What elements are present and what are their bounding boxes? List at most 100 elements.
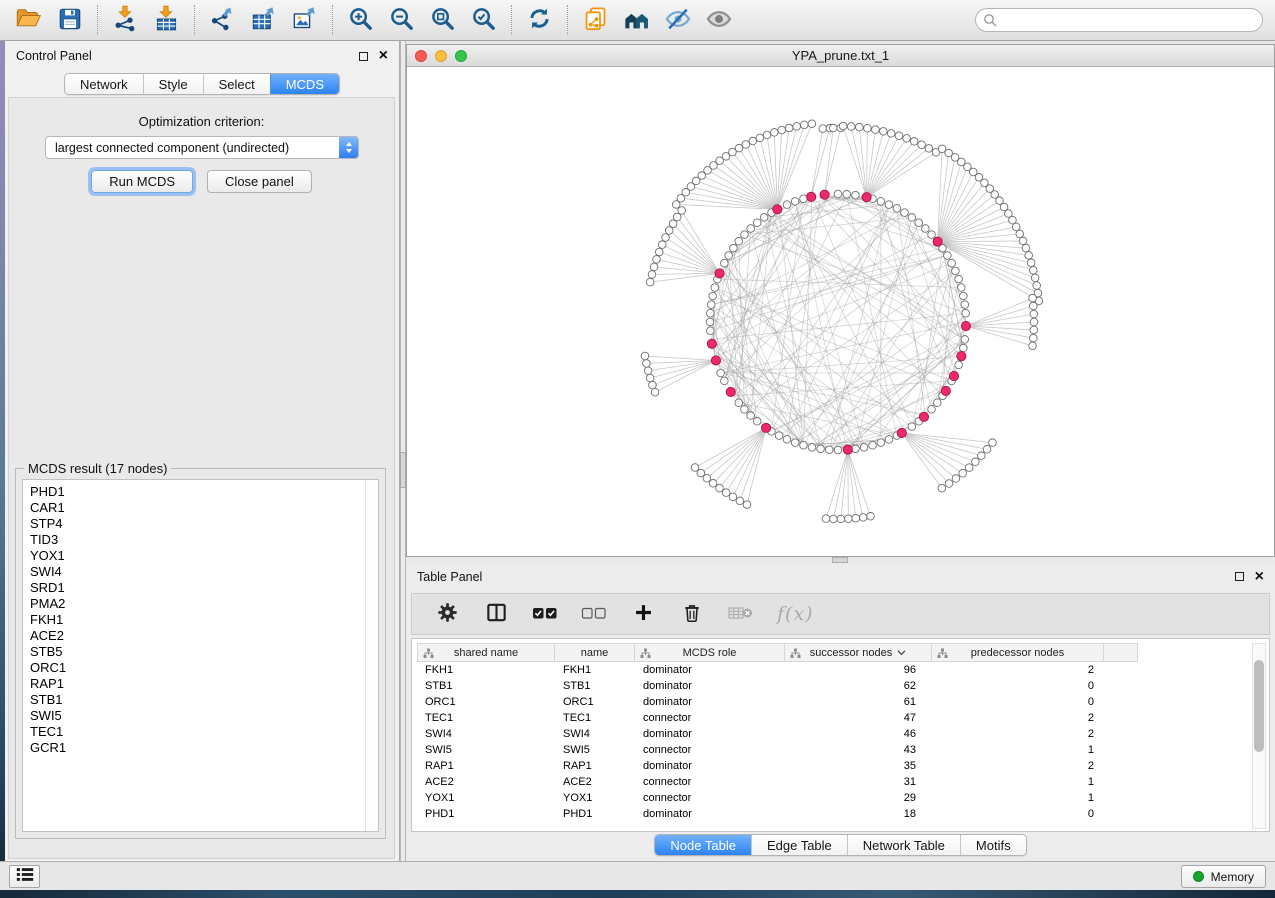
graph-node[interactable] xyxy=(952,475,960,483)
delete-table-button[interactable] xyxy=(728,601,754,627)
table-row[interactable]: RAP1RAP1dominator352 xyxy=(417,758,1245,774)
search-input[interactable] xyxy=(975,8,1263,32)
graph-node[interactable] xyxy=(880,128,888,136)
graph-node[interactable] xyxy=(819,125,827,133)
graph-node[interactable] xyxy=(741,231,749,239)
graph-node[interactable] xyxy=(837,515,845,523)
criterion-select[interactable]: largest connected component (undirected) xyxy=(45,136,359,159)
graph-node[interactable] xyxy=(753,417,761,425)
graph-node[interactable] xyxy=(852,514,860,522)
graph-node[interactable] xyxy=(703,474,711,482)
zoom-fit-button[interactable] xyxy=(422,3,463,37)
graph-node[interactable] xyxy=(945,480,953,488)
graph-node[interactable] xyxy=(1029,266,1037,274)
graph-node[interactable] xyxy=(717,369,725,377)
network-canvas[interactable] xyxy=(407,67,1274,556)
tab-mcds[interactable]: MCDS xyxy=(270,74,339,94)
tab-node-table[interactable]: Node Table xyxy=(655,835,751,855)
graph-node[interactable] xyxy=(1030,302,1038,310)
add-column-button[interactable] xyxy=(630,601,656,627)
clone-network-button[interactable] xyxy=(575,3,616,37)
graph-node[interactable] xyxy=(869,441,877,449)
graph-node[interactable] xyxy=(928,406,936,414)
graph-node[interactable] xyxy=(655,248,663,256)
close-window-icon[interactable] xyxy=(415,50,427,62)
graph-node[interactable] xyxy=(872,126,880,134)
graph-node[interactable] xyxy=(852,191,860,199)
graph-node[interactable] xyxy=(646,278,654,286)
mcds-result-item[interactable]: TEC1 xyxy=(30,724,378,740)
refresh-view-button[interactable] xyxy=(519,3,560,37)
export-network-button[interactable] xyxy=(202,3,243,37)
graph-node[interactable] xyxy=(791,198,799,206)
graph-node[interactable] xyxy=(908,423,916,431)
graph-node[interactable] xyxy=(729,493,737,501)
table-row[interactable]: SWI5SWI5connector431 xyxy=(417,742,1245,758)
graph-node[interactable] xyxy=(1030,318,1038,326)
graph-node[interactable] xyxy=(952,267,960,275)
graph-node[interactable] xyxy=(793,123,801,131)
graph-node[interactable] xyxy=(834,190,842,198)
graph-node[interactable] xyxy=(800,441,808,449)
graph-node[interactable] xyxy=(783,201,791,209)
toggle-column-view-button[interactable] xyxy=(483,601,509,627)
mcds-result-item[interactable]: RAP1 xyxy=(30,676,378,692)
graph-node[interactable] xyxy=(955,361,963,369)
column-header-successor-nodes[interactable]: successor nodes xyxy=(785,643,932,662)
export-table-button[interactable] xyxy=(243,3,284,37)
graph-node[interactable] xyxy=(918,141,926,149)
graph-node[interactable] xyxy=(1009,216,1017,224)
graph-node[interactable] xyxy=(1022,244,1030,252)
graph-node[interactable] xyxy=(763,131,771,139)
graph-node[interactable] xyxy=(955,275,963,283)
table-row[interactable]: YOX1YOX1connector291 xyxy=(417,790,1245,806)
graph-node[interactable] xyxy=(859,514,867,522)
graph-node[interactable] xyxy=(650,263,658,271)
graph-node[interactable] xyxy=(808,444,816,452)
graph-node[interactable] xyxy=(925,145,933,153)
table-row[interactable]: TEC1TEC1connector472 xyxy=(417,710,1245,726)
graph-node[interactable] xyxy=(910,138,918,146)
mcds-result-item[interactable]: STB1 xyxy=(30,692,378,708)
mcds-result-item[interactable]: SWI4 xyxy=(30,564,378,580)
graph-node[interactable] xyxy=(669,220,677,228)
table-row[interactable]: ORC1ORC1dominator610 xyxy=(417,694,1245,710)
mcds-result-item[interactable]: ORC1 xyxy=(30,660,378,676)
graph-node[interactable] xyxy=(649,381,657,389)
graph-node[interactable] xyxy=(643,360,651,368)
graph-mcds-node[interactable] xyxy=(941,386,950,395)
graph-node[interactable] xyxy=(721,259,729,267)
graph-node[interactable] xyxy=(944,252,952,260)
graph-node[interactable] xyxy=(653,256,661,264)
mcds-result-item[interactable]: TID3 xyxy=(30,532,378,548)
graph-node[interactable] xyxy=(1016,230,1024,238)
graph-node[interactable] xyxy=(1027,259,1035,267)
graph-node[interactable] xyxy=(962,309,970,317)
mcds-result-item[interactable]: CAR1 xyxy=(30,500,378,516)
tab-motifs[interactable]: Motifs xyxy=(960,835,1026,855)
graph-node[interactable] xyxy=(711,284,719,292)
graph-node[interactable] xyxy=(1030,310,1038,318)
maximize-window-icon[interactable] xyxy=(455,50,467,62)
graph-node[interactable] xyxy=(885,436,893,444)
column-header-empty[interactable] xyxy=(1104,643,1138,662)
deselect-all-button[interactable] xyxy=(581,601,607,627)
graph-mcds-node[interactable] xyxy=(897,428,906,437)
tab-network-table[interactable]: Network Table xyxy=(847,835,960,855)
graph-node[interactable] xyxy=(1012,223,1020,231)
tab-select[interactable]: Select xyxy=(203,74,270,94)
graph-node[interactable] xyxy=(749,137,757,145)
mcds-result-item[interactable]: FKH1 xyxy=(30,612,378,628)
graph-node[interactable] xyxy=(658,241,666,249)
graph-mcds-node[interactable] xyxy=(807,192,816,201)
column-header-shared-name[interactable]: shared name xyxy=(417,643,555,662)
graph-node[interactable] xyxy=(983,445,991,453)
graph-node[interactable] xyxy=(893,205,901,213)
list-scrollbar-track[interactable] xyxy=(365,480,378,831)
graph-node[interactable] xyxy=(877,198,885,206)
graph-node[interactable] xyxy=(1030,334,1038,342)
table-scrollbar-track[interactable] xyxy=(1252,643,1266,829)
function-builder-button[interactable]: f(x) xyxy=(777,603,814,625)
graph-node[interactable] xyxy=(1029,342,1037,350)
graph-mcds-node[interactable] xyxy=(843,445,852,454)
